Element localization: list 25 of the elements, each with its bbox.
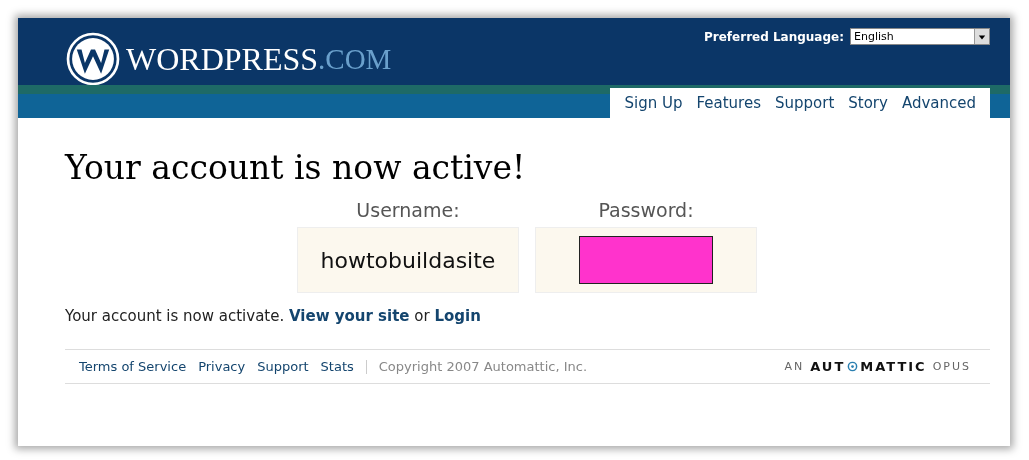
credential-value: howtobuildasite <box>320 247 496 273</box>
footer-link[interactable]: Support <box>257 359 309 374</box>
language-dropdown[interactable]: English <box>850 28 990 45</box>
nav-link[interactable]: Support <box>775 94 835 112</box>
credential-label: Username: <box>356 199 460 221</box>
brand-name: AUT <box>810 359 846 374</box>
copyright-text: Copyright 2007 Automattic, Inc. <box>378 359 588 374</box>
nav-link[interactable]: Features <box>696 94 761 112</box>
brand-name: MATTIC <box>860 359 927 374</box>
nav-link[interactable]: Sign Up <box>624 94 683 112</box>
brand-prefix: AN <box>784 360 805 373</box>
logo-icon <box>66 32 120 86</box>
brand-suffix: OPUS <box>932 360 971 373</box>
footer-link[interactable]: Terms of Service <box>79 359 187 374</box>
footer-link[interactable]: Privacy <box>198 359 246 374</box>
credential-label: Password: <box>598 199 694 221</box>
status-message: Your account is now activate. View your site or Login <box>65 307 482 325</box>
page-title: Your account is now active! <box>65 148 527 187</box>
language-label: Preferred Language: <box>704 29 844 44</box>
footer-link[interactable]: Stats <box>320 359 354 374</box>
logo-text: WORDPRESS <box>126 40 319 78</box>
ring-icon <box>847 361 859 372</box>
logo-suffix: .COM <box>318 42 392 76</box>
nav-link[interactable]: Advanced <box>901 94 976 112</box>
nav-link[interactable]: Story <box>848 94 888 112</box>
